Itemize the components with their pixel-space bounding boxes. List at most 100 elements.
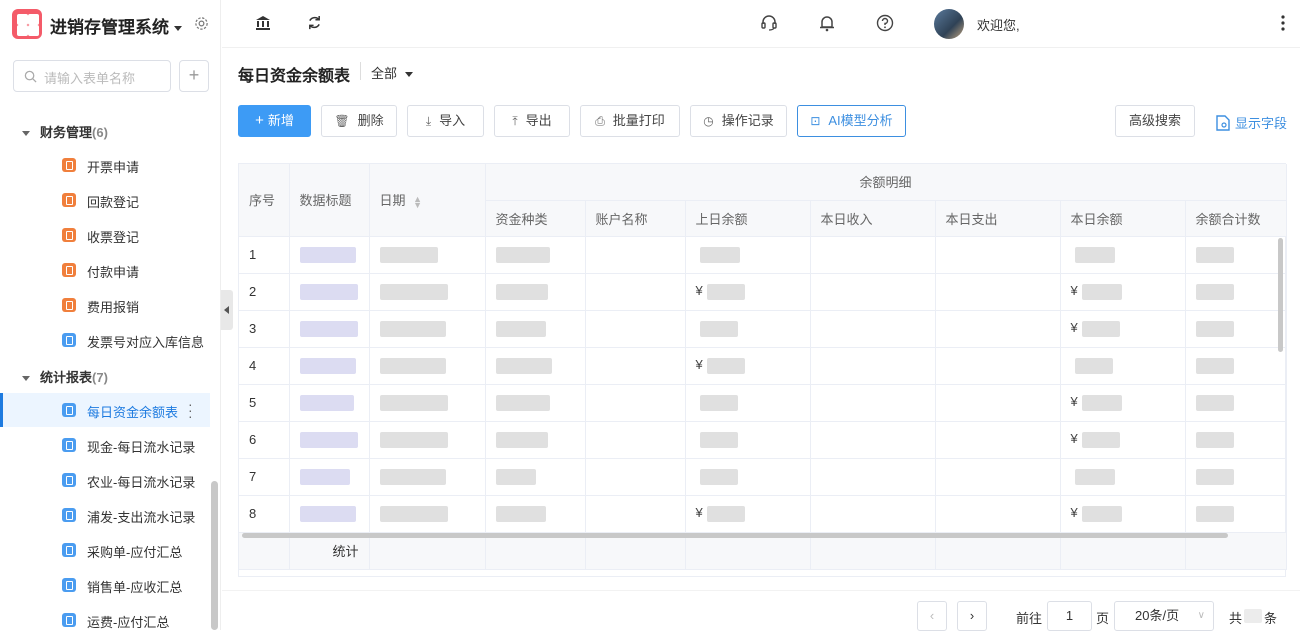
export-button[interactable]: ⤒ 导出 [494, 105, 570, 137]
next-page-button[interactable]: › [957, 601, 987, 631]
sidebar-item-cash-flow[interactable]: 现金-每日流水记录 [0, 428, 210, 462]
total-count-redacted [1244, 609, 1262, 623]
sidebar-scrollbar[interactable] [211, 481, 218, 630]
row-fund-type [485, 310, 586, 348]
sidebar-item-invoice-received[interactable]: 收票登记 [0, 218, 210, 252]
bank-icon[interactable] [255, 15, 271, 31]
prev-page-button[interactable]: ‹ [917, 601, 947, 631]
table-horizontal-scrollbar[interactable] [242, 533, 1228, 538]
redacted-value [1081, 505, 1122, 522]
gear-icon[interactable] [194, 16, 209, 31]
redacted-date [379, 505, 448, 522]
row-title-link[interactable] [289, 495, 370, 533]
redacted-value [1074, 468, 1115, 485]
row-title-link[interactable] [289, 273, 370, 311]
clock-icon: ◷ [703, 114, 714, 128]
row-title-link[interactable] [289, 347, 370, 385]
row-account-name [585, 495, 686, 533]
header-balance-total[interactable]: 余额合计数 [1185, 200, 1287, 237]
robot-icon: ⊡ [810, 114, 821, 128]
redacted-value [1195, 357, 1234, 374]
ai-analysis-button[interactable]: ⊡ AI模型分析 [797, 105, 906, 137]
bell-icon[interactable] [819, 14, 835, 32]
header-prev-balance[interactable]: 上日余额 [685, 200, 811, 237]
scope-dropdown[interactable]: 全部 [371, 63, 413, 82]
row-title-link[interactable] [289, 458, 370, 496]
row-today-income [810, 421, 936, 459]
header-fund-type[interactable]: 资金种类 [485, 200, 586, 237]
group-reports[interactable]: 统计报表(7) [22, 367, 108, 386]
sidebar-item-sales-receivable[interactable]: 销售单-应收汇总 [0, 568, 210, 602]
row-title-link[interactable] [289, 384, 370, 422]
row-title-link[interactable] [289, 310, 370, 348]
table-row[interactable]: 5 ¥ [239, 384, 1287, 422]
sidebar-item-invoice-request[interactable]: 开票申请 [0, 148, 210, 182]
sidebar-item-spdb-flow[interactable]: 浦发-支出流水记录 [0, 498, 210, 532]
advanced-search-button[interactable]: 高级搜索 [1115, 105, 1195, 137]
page-size-select[interactable]: 20条/页 ∨ [1114, 601, 1214, 631]
redacted-value [1081, 283, 1122, 300]
add-form-button[interactable]: + [179, 60, 209, 92]
sidebar-item-freight-payable[interactable]: 运费-应付汇总 [0, 603, 210, 630]
redacted-date [379, 357, 446, 374]
app-title[interactable]: 进销存管理系统 [50, 13, 182, 38]
group-finance[interactable]: 财务管理(6) [22, 122, 108, 141]
header-title[interactable]: 数据标题 [289, 164, 370, 237]
page-number-input[interactable]: 1 [1047, 601, 1092, 631]
table-row[interactable]: 2 ¥ ¥ [239, 273, 1287, 311]
table-row[interactable]: 6 ¥ [239, 421, 1287, 459]
delete-button[interactable]: 🗑 删除 [321, 105, 397, 137]
table-vertical-scrollbar[interactable] [1278, 238, 1283, 352]
sidebar-item-daily-balance[interactable]: 每日资金余额表 · · · [0, 393, 210, 427]
header-today-income[interactable]: 本日收入 [810, 200, 936, 237]
row-account-name [585, 273, 686, 311]
more-vertical-icon[interactable]: · · · [188, 397, 193, 423]
redacted-value [1195, 394, 1234, 411]
row-title-link[interactable] [289, 421, 370, 459]
table-row[interactable]: 4 ¥ [239, 347, 1287, 385]
more-vertical-icon[interactable] [1280, 14, 1286, 32]
new-button[interactable]: + 新增 [238, 105, 311, 137]
avatar[interactable] [934, 9, 964, 39]
row-title-link[interactable] [289, 236, 370, 274]
redacted-title [299, 357, 356, 374]
collapse-sidebar-handle[interactable] [221, 290, 233, 330]
show-fields-button[interactable]: 显示字段 [1216, 113, 1287, 132]
sidebar-item-expense[interactable]: 费用报销 [0, 288, 210, 322]
redacted-value [1195, 246, 1234, 263]
table-row[interactable]: 3 ¥ [239, 310, 1287, 348]
sidebar-item-payment-request[interactable]: 付款申请 [0, 253, 210, 287]
headset-icon[interactable] [760, 14, 778, 32]
table-row[interactable]: 7 [239, 458, 1287, 496]
table-row[interactable]: 1 [239, 236, 1287, 274]
form-search-input[interactable]: 请输入表单名称 [13, 60, 171, 92]
history-button[interactable]: ◷ 操作记录 [690, 105, 787, 137]
redacted-value [495, 246, 550, 263]
header-today-balance[interactable]: 本日余额 [1060, 200, 1186, 237]
sidebar: 进销存管理系统 请输入表单名称 + 财务管理(6) 开票申请 回款登记 收票登记… [0, 0, 221, 630]
sidebar-item-agri-flow[interactable]: 农业-每日流水记录 [0, 463, 210, 497]
row-today-balance: ¥ [1060, 273, 1186, 311]
plus-icon: + [255, 112, 264, 129]
row-today-income [810, 236, 936, 274]
sidebar-item-invoice-stock[interactable]: 发票号对应入库信息 [0, 323, 210, 357]
redacted-value [706, 357, 745, 374]
sidebar-item-payment-received[interactable]: 回款登记 [0, 183, 210, 217]
header-today-expense[interactable]: 本日支出 [935, 200, 1061, 237]
table-row[interactable]: 8 ¥ ¥ [239, 495, 1287, 533]
help-icon[interactable] [876, 14, 894, 32]
row-balance-total [1185, 384, 1287, 422]
form-icon [62, 228, 76, 242]
header-date[interactable]: 日期 ▲ ▼ [369, 164, 486, 237]
sidebar-item-purchase-payable[interactable]: 采购单-应付汇总 [0, 533, 210, 567]
header-balance-detail: 余额明细 [485, 164, 1287, 201]
batch-print-button[interactable]: ⎙ 批量打印 [580, 105, 680, 137]
row-today-expense [935, 384, 1061, 422]
sort-icon[interactable]: ▲ ▼ [413, 194, 422, 209]
refresh-icon[interactable] [307, 15, 322, 30]
header-account-name[interactable]: 账户名称 [585, 200, 686, 237]
row-index: 8 [239, 495, 290, 533]
redacted-value [1081, 320, 1120, 337]
row-date [369, 458, 486, 496]
import-button[interactable]: ⤓ 导入 [407, 105, 484, 137]
